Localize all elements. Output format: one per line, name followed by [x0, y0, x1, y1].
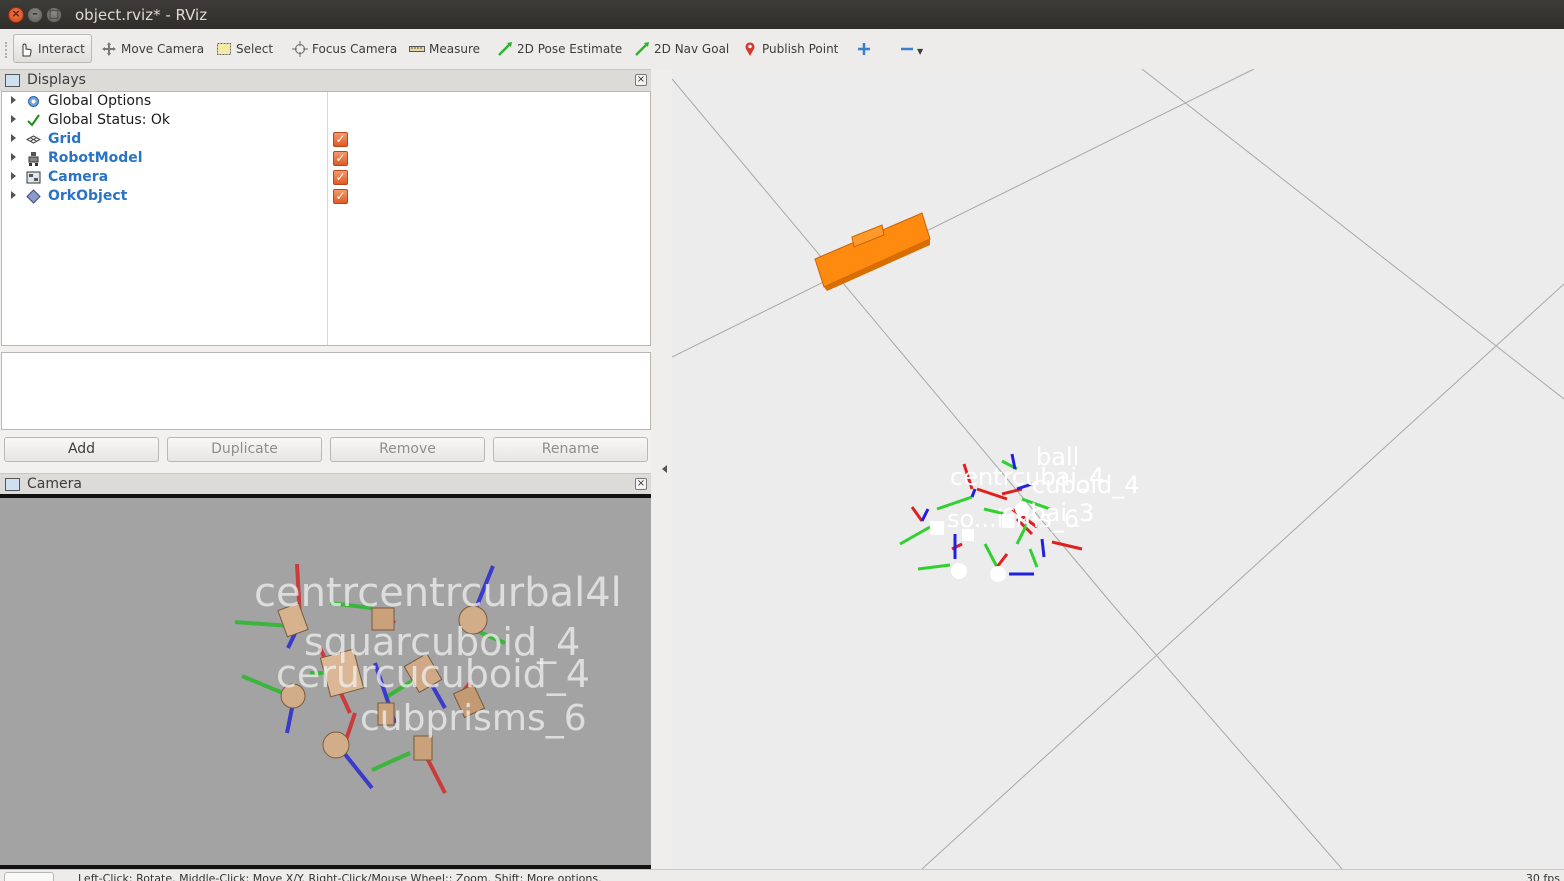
move-camera-icon	[101, 41, 117, 57]
3d-render-viewport[interactable]: ball centrcubai_4 cuboid_4 so...isms_6 c…	[672, 69, 1564, 869]
display-item-camera[interactable]: Camera	[2, 168, 322, 187]
add-tool-button[interactable]	[856, 34, 876, 63]
tool-label: 2D Pose Estimate	[517, 41, 623, 56]
close-panel-button[interactable]: ×	[635, 478, 647, 490]
gear-icon	[26, 94, 41, 109]
display-item-label: Global Options	[48, 93, 152, 109]
green-arrow-icon	[634, 41, 650, 57]
fps-readout: 30 fps	[1525, 872, 1560, 881]
expand-arrow-icon[interactable]	[11, 134, 16, 142]
property-description-area	[1, 352, 651, 430]
tool-2d-pose-estimate[interactable]: 2D Pose Estimate	[497, 34, 622, 63]
expand-arrow-icon[interactable]	[11, 153, 16, 161]
close-window-button[interactable]: ×	[8, 7, 24, 23]
robot-icon	[26, 151, 41, 166]
focus-camera-icon	[292, 40, 308, 57]
minimize-icon: –	[32, 7, 38, 20]
diamond-icon	[26, 189, 41, 204]
select-box-icon	[216, 41, 232, 57]
tool-label: Move Camera	[121, 41, 205, 56]
robot-model-mesh	[814, 212, 931, 291]
display-item-robotmodel[interactable]: RobotModel	[2, 149, 322, 168]
robotmodel-enabled-checkbox[interactable]: ✓	[333, 151, 348, 166]
displays-tree: Global Options Global Status: Ok Grid Ro…	[1, 91, 651, 346]
window-title: object.rviz* - RViz	[75, 6, 208, 24]
camera-panel-header: Camera ×	[0, 473, 651, 495]
add-display-button[interactable]: Add	[4, 437, 159, 462]
expand-arrow-icon[interactable]	[11, 191, 16, 199]
map-pin-icon	[742, 41, 758, 57]
grid-icon	[25, 132, 42, 147]
tool-label: Interact	[38, 41, 85, 56]
tool-2d-nav-goal[interactable]: 2D Nav Goal	[634, 34, 729, 63]
expand-arrow-icon[interactable]	[11, 172, 16, 180]
plus-icon	[856, 41, 872, 57]
status-text: Left-Click: Rotate. Middle-Click: Move X…	[78, 872, 602, 881]
camera-image-view[interactable]: centrcentrcurbal4l squarcuboid_4 cerurcu…	[0, 494, 651, 869]
tool-publish-point[interactable]: Publish Point	[742, 34, 838, 63]
panel-splitter[interactable]	[651, 69, 672, 869]
ruler-icon	[409, 41, 425, 57]
camera-overlay-label: cerurcucuboid_4	[276, 652, 590, 696]
display-item-label: Camera	[48, 169, 109, 185]
expand-arrow-icon[interactable]	[11, 96, 16, 104]
status-bar: Left-Click: Rotate. Middle-Click: Move X…	[0, 869, 1564, 881]
tool-move-camera[interactable]: Move Camera	[101, 34, 204, 63]
tool-interact[interactable]: Interact	[13, 34, 92, 63]
viewport-object-label: cuboid_4	[1032, 471, 1140, 499]
grid-enabled-checkbox[interactable]: ✓	[333, 132, 348, 147]
collapse-arrow-icon[interactable]	[662, 465, 667, 473]
chevron-down-icon: ▼	[917, 47, 924, 56]
display-item-label: Grid	[48, 131, 82, 147]
viewport-object-label: cubai_3	[1002, 499, 1095, 527]
maximize-window-button[interactable]: □	[46, 7, 62, 23]
maximize-icon: □	[48, 7, 60, 20]
checkmark-icon	[26, 113, 41, 128]
hand-pointer-icon	[18, 41, 34, 57]
close-icon: ×	[11, 7, 21, 20]
toolbar-grip[interactable]	[5, 42, 8, 58]
camera-overlay-label: cubprisms_6	[360, 698, 587, 739]
expand-arrow-icon[interactable]	[11, 115, 16, 123]
duplicate-display-button[interactable]: Duplicate	[167, 437, 322, 462]
camera-icon	[26, 170, 41, 185]
rename-display-button[interactable]: Rename	[493, 437, 648, 462]
reset-button[interactable]	[4, 872, 54, 881]
tool-label: Select	[236, 41, 274, 56]
tool-label: Publish Point	[762, 41, 839, 56]
window-titlebar: × – □ object.rviz* - RViz	[0, 0, 1564, 29]
display-item-label: Global Status: Ok	[48, 112, 171, 128]
display-item-global-options[interactable]: Global Options	[2, 92, 322, 111]
tool-label: Measure	[429, 41, 480, 56]
camera-enabled-checkbox[interactable]: ✓	[333, 170, 348, 185]
tool-label: 2D Nav Goal	[654, 41, 730, 56]
camera-panel-title: Camera	[27, 476, 82, 492]
displays-panel-title: Displays	[27, 72, 86, 88]
monitor-icon	[5, 74, 20, 87]
display-item-orkobject[interactable]: OrkObject	[2, 187, 322, 206]
orkobject-enabled-checkbox[interactable]: ✓	[333, 189, 348, 204]
displays-panel-header: Displays ×	[0, 69, 651, 91]
tool-label: Focus Camera	[312, 41, 398, 56]
green-arrow-icon	[497, 41, 513, 57]
minimize-window-button[interactable]: –	[27, 7, 43, 23]
display-item-global-status[interactable]: Global Status: Ok	[2, 111, 322, 130]
remove-tool-button[interactable]: ▼	[900, 34, 923, 63]
tool-toolbar: Interact Move Camera Select Focus Camera…	[0, 29, 1564, 69]
minus-icon	[900, 41, 916, 57]
column-divider	[327, 92, 328, 345]
camera-icon	[5, 478, 20, 491]
remove-display-button[interactable]: Remove	[330, 437, 485, 462]
display-item-grid[interactable]: Grid	[2, 130, 322, 149]
viewport-scene	[672, 69, 1564, 869]
close-panel-button[interactable]: ×	[635, 74, 647, 86]
tool-select[interactable]: Select	[216, 34, 273, 63]
tool-focus-camera[interactable]: Focus Camera	[292, 34, 397, 63]
display-item-label: RobotModel	[48, 150, 143, 166]
display-item-label: OrkObject	[48, 188, 128, 204]
camera-overlay-label: centrcentrcurbal4l	[254, 570, 622, 616]
tool-measure[interactable]: Measure	[409, 34, 480, 63]
